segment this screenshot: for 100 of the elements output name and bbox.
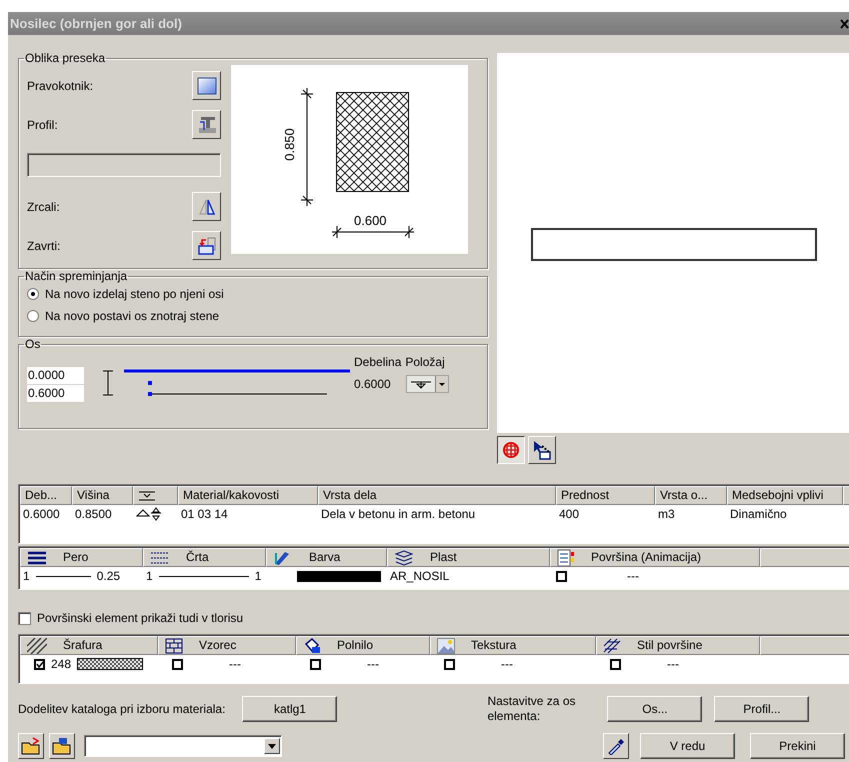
settings-button[interactable]: Profil... bbox=[714, 696, 810, 722]
column-header[interactable]: Deb... bbox=[20, 486, 72, 505]
header-label: Barva bbox=[309, 549, 340, 566]
table-cell-text: 400 bbox=[558, 506, 580, 523]
pen-number: 1 bbox=[23, 568, 30, 585]
settings-button[interactable]: Os... bbox=[607, 696, 702, 722]
dimension-label: 0.850 bbox=[282, 128, 297, 161]
close-icon[interactable] bbox=[840, 18, 849, 28]
field-label: Zavrti: bbox=[27, 238, 60, 252]
mirror-button[interactable] bbox=[192, 192, 221, 221]
column-header[interactable]: Površina (Animacija) bbox=[550, 548, 760, 567]
table-cell-text: 0.8500 bbox=[74, 506, 113, 523]
dimension-label: 0.600 bbox=[354, 213, 387, 228]
pointer-icon bbox=[532, 440, 552, 460]
column-header[interactable]: Barva bbox=[266, 548, 387, 567]
layers-icon bbox=[394, 550, 414, 566]
offset-field[interactable]: 0.0000 bbox=[27, 367, 84, 384]
eyedropper-icon bbox=[607, 737, 625, 755]
alignment-icon bbox=[138, 490, 156, 502]
checkbox[interactable] bbox=[34, 658, 45, 670]
radio-label: Na novo izdelaj steno po njeni osi bbox=[45, 287, 224, 301]
offset-field[interactable]: 0.6000 bbox=[27, 385, 84, 402]
header-label: Površina (Animacija) bbox=[591, 549, 702, 566]
header-label: Vzorec bbox=[199, 637, 236, 654]
checkbox[interactable] bbox=[172, 658, 183, 670]
rotate-button[interactable] bbox=[192, 231, 221, 260]
save-button[interactable] bbox=[49, 733, 75, 759]
radio-option[interactable]: Na novo izdelaj steno po njeni osi bbox=[27, 283, 479, 305]
eyedropper-button[interactable] bbox=[603, 733, 629, 759]
checkbox[interactable] bbox=[556, 570, 567, 582]
open-button[interactable] bbox=[18, 733, 44, 759]
surface-style-icon bbox=[603, 638, 621, 654]
radio-label: Na novo postavi os znotraj stene bbox=[45, 309, 220, 323]
hatch-swatch bbox=[77, 658, 144, 670]
column-header[interactable]: Medsebojni vplivi bbox=[727, 486, 843, 505]
rotate-icon bbox=[196, 236, 216, 254]
checkbox[interactable] bbox=[444, 658, 455, 670]
brick-icon bbox=[165, 638, 183, 654]
position-dropdown[interactable] bbox=[406, 375, 449, 393]
list-icon bbox=[557, 549, 575, 566]
favorites-dropdown[interactable] bbox=[84, 735, 282, 757]
layer-cell-text: AR_NOSIL bbox=[389, 568, 450, 585]
line-number: 1 bbox=[146, 568, 153, 585]
field-label: Profil: bbox=[27, 118, 58, 132]
dialog-button[interactable]: V redu bbox=[640, 733, 735, 759]
profile-button[interactable] bbox=[192, 110, 221, 139]
column-header[interactable]: Polnilo bbox=[296, 636, 430, 655]
column-header[interactable]: Vrsta dela bbox=[318, 486, 556, 505]
column-header[interactable]: Stil površine bbox=[596, 636, 760, 655]
column-header[interactable]: Material/kakovosti bbox=[178, 486, 318, 505]
header-label: Črta bbox=[186, 549, 209, 566]
pen-lines-icon bbox=[27, 550, 47, 564]
group-legend: Oblika preseka bbox=[24, 51, 106, 65]
column-header[interactable]: Prednost bbox=[556, 486, 655, 505]
table-cell-text: --- bbox=[367, 656, 379, 673]
thickness-value: 0.6000 bbox=[354, 377, 391, 391]
column-header[interactable]: Črta bbox=[143, 548, 266, 567]
column-header[interactable]: Vzorec bbox=[158, 636, 296, 655]
mirror-icon bbox=[196, 198, 216, 216]
table-cell-text: 01 03 14 bbox=[180, 506, 229, 523]
table-cell-text: --- bbox=[229, 656, 241, 673]
column-header[interactable]: Plast bbox=[387, 548, 550, 567]
catalog-button[interactable]: katlg1 bbox=[242, 696, 338, 722]
table-cell-text: 248 bbox=[51, 656, 72, 673]
header-label: Tekstura bbox=[471, 637, 516, 654]
folder-icon bbox=[21, 737, 41, 755]
catalog-label: Dodelitev kataloga pri izboru materiala: bbox=[18, 702, 226, 716]
window-title: Nosilec (obrnjen gor ali dol) bbox=[10, 16, 182, 31]
position-label: Položaj bbox=[405, 355, 445, 369]
column-header[interactable]: Vrsta o... bbox=[655, 486, 727, 505]
target-icon bbox=[502, 441, 520, 459]
table-cell-text: --- bbox=[501, 656, 513, 673]
rectangle-icon bbox=[196, 76, 216, 94]
checkbox[interactable] bbox=[310, 658, 321, 670]
radio-button[interactable] bbox=[27, 288, 39, 300]
height-icon bbox=[102, 370, 114, 396]
header-label: Šrafura bbox=[63, 637, 102, 654]
landscape-icon bbox=[437, 638, 455, 654]
table-cell-text: --- bbox=[667, 656, 679, 673]
dialog-button[interactable]: Prekini bbox=[750, 733, 845, 759]
color-swatch[interactable] bbox=[297, 570, 381, 582]
column-header[interactable]: Višina bbox=[72, 486, 133, 505]
rect-button[interactable] bbox=[192, 71, 221, 100]
column-header[interactable]: Pero bbox=[20, 548, 143, 567]
column-header[interactable]: Tekstura bbox=[430, 636, 596, 655]
column-header[interactable] bbox=[133, 486, 178, 505]
checkbox[interactable] bbox=[610, 658, 621, 670]
checkbox[interactable] bbox=[18, 612, 31, 624]
column-header[interactable]: Šrafura bbox=[20, 636, 158, 655]
toolbar-button[interactable] bbox=[497, 436, 525, 464]
profile-icon bbox=[196, 116, 216, 134]
radio-option[interactable]: Na novo postavi os znotraj stene bbox=[27, 305, 479, 327]
table-cell-text: 0.6000 bbox=[22, 506, 61, 523]
profile-field[interactable] bbox=[27, 153, 221, 177]
table-cell-text: m3 bbox=[657, 506, 676, 523]
field-label: Zrcali: bbox=[27, 200, 60, 214]
paint-bucket-icon bbox=[303, 638, 321, 654]
checkbox-option[interactable]: Površinski element prikaži tudi v tlorisu bbox=[18, 610, 849, 626]
radio-button[interactable] bbox=[27, 310, 39, 322]
header-label: Plast bbox=[430, 549, 457, 566]
